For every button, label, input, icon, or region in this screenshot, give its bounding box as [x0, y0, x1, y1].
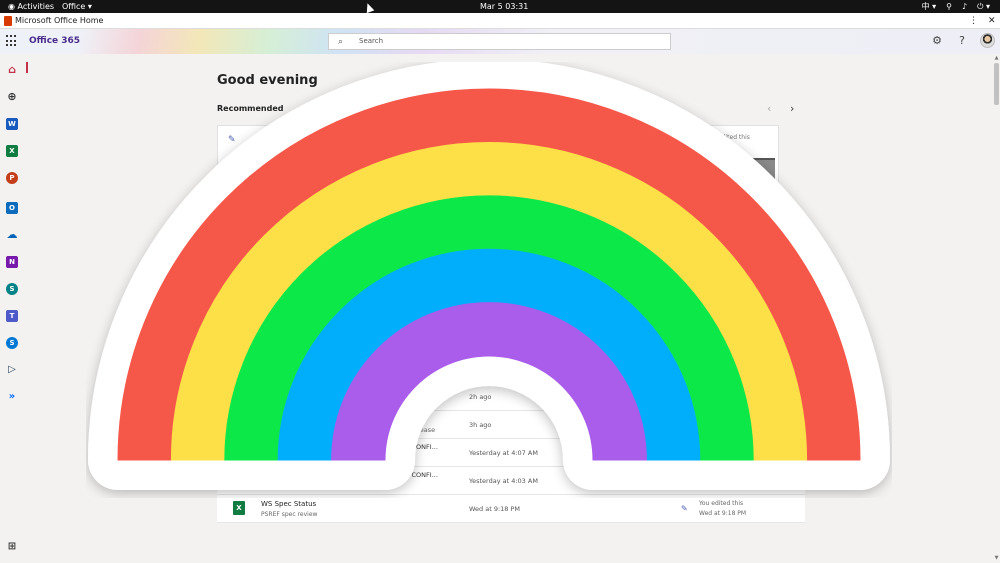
onedrive-icon[interactable]: ☁ — [6, 229, 18, 241]
clock[interactable]: Mar 5 03:31 — [480, 0, 528, 13]
search-icon: ⌕ — [338, 37, 344, 47]
power-icon[interactable]: ⏻ ▾ — [977, 0, 990, 13]
powerpoint-icon[interactable]: P — [6, 172, 18, 184]
system-top-bar: ◉ Activities Office ▾ Mar 5 03:31 中 ▾ ⚲ … — [0, 0, 1000, 13]
file-subtitle: PSREF spec review — [261, 511, 318, 518]
app-menu[interactable]: Office ▾ — [62, 0, 92, 13]
scroll-thumb[interactable] — [994, 63, 999, 105]
excel-icon[interactable]: X — [6, 145, 18, 157]
help-icon[interactable]: ? — [955, 34, 969, 48]
word-icon[interactable]: W — [6, 118, 18, 130]
stream-icon[interactable]: ▷ — [6, 364, 18, 376]
input-method-indicator[interactable]: 中 ▾ — [922, 0, 937, 13]
sharepoint-icon[interactable]: S — [6, 283, 18, 295]
user-avatar[interactable] — [980, 33, 995, 48]
activities-button[interactable]: ◉ Activities — [8, 0, 54, 13]
window-title: Microsoft Office Home — [15, 16, 104, 25]
window-close-button[interactable]: ✕ — [988, 13, 996, 29]
window-menu-button[interactable]: ⋮ — [969, 13, 978, 29]
brand-link[interactable]: Office 365 — [29, 29, 80, 54]
scroll-down-icon[interactable]: ▼ — [993, 555, 1000, 561]
file-row[interactable]: X WS Spec Status PSREF spec review Wed a… — [217, 495, 805, 523]
excel-file-icon: X — [233, 501, 245, 515]
file-name: WS Spec Status — [261, 500, 317, 508]
app-rail: ⌂ ⊕ W X P O ☁ N S T S ▷ » ⊞ — [0, 54, 24, 563]
all-apps-icon[interactable]: ⊞ — [6, 541, 18, 553]
edited-time: Wed at 9:18 PM — [699, 510, 747, 517]
office-favicon-icon — [4, 16, 12, 26]
scroll-up-icon[interactable]: ▲ — [993, 55, 1000, 61]
settings-gear-icon[interactable]: ⚙ — [930, 34, 944, 48]
page-scrollbar[interactable] — [993, 54, 1000, 563]
window-title-bar: Microsoft Office Home ⋮ ✕ — [0, 13, 1000, 29]
file-time: Wed at 9:18 PM — [469, 505, 521, 513]
onenote-icon[interactable]: N — [6, 256, 18, 268]
app-launcher-icon[interactable] — [6, 35, 18, 47]
teams-icon[interactable]: T — [6, 310, 18, 322]
pencil-icon: ✎ — [681, 504, 688, 513]
rainbow-overlay — [88, 62, 890, 490]
volume-icon[interactable]: ♪ — [962, 0, 967, 13]
power-automate-icon[interactable]: » — [6, 391, 18, 403]
system-tray: 中 ▾ ⚲ ♪ ⏻ ▾ — [922, 0, 990, 13]
network-icon[interactable]: ⚲ — [946, 0, 952, 13]
outlook-icon[interactable]: O — [6, 202, 18, 214]
home-icon[interactable]: ⌂ — [6, 64, 18, 76]
edited-label: You edited this — [699, 500, 744, 507]
rail-active-indicator — [26, 62, 28, 73]
gnome-icon: ◉ — [8, 2, 18, 11]
search-placeholder: Search — [359, 37, 384, 45]
sway-icon[interactable]: S — [6, 337, 18, 349]
office-header: Office 365 ⌕ Search ⚙ ? — [0, 29, 1000, 54]
search-box[interactable]: ⌕ Search — [328, 33, 671, 50]
create-icon[interactable]: ⊕ — [6, 91, 18, 103]
